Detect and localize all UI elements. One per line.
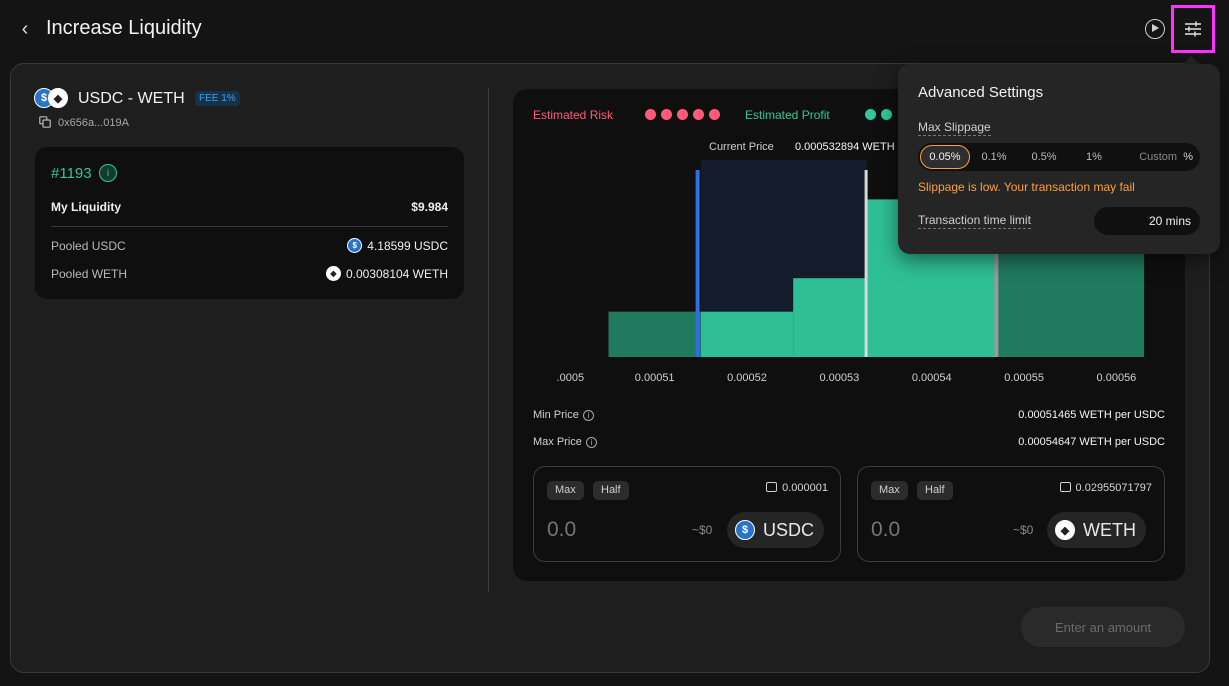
max-button[interactable]: Max bbox=[871, 481, 908, 500]
x-tick-label: .0005 bbox=[556, 372, 585, 384]
info-icon[interactable]: i bbox=[582, 409, 594, 421]
estimated-risk-label: Estimated Risk bbox=[533, 108, 614, 122]
x-tick-label: 0.00054 bbox=[911, 372, 952, 384]
x-tick-label: 0.00056 bbox=[1096, 372, 1137, 384]
current-price-value: 0.000532894 WETH bbox=[795, 141, 895, 153]
back-chevron-icon[interactable]: ‹ bbox=[14, 18, 36, 40]
wallet-icon bbox=[1059, 482, 1071, 492]
top-bar: ‹ Increase Liquidity bbox=[0, 0, 1229, 60]
weth-icon: ◆ bbox=[1055, 520, 1075, 540]
max-price-label: Max Price i bbox=[533, 436, 597, 448]
usdc-icon: $ bbox=[347, 238, 363, 253]
risk-dot bbox=[645, 109, 656, 120]
my-liquidity-label: My Liquidity bbox=[51, 200, 121, 214]
liquidity-bar bbox=[793, 278, 868, 357]
custom-placeholder: Custom bbox=[1139, 151, 1178, 163]
half-button[interactable]: Half bbox=[593, 481, 629, 500]
copy-icon[interactable] bbox=[39, 116, 51, 128]
weth-icon: ◆ bbox=[325, 266, 341, 281]
x-tick-label: 0.00051 bbox=[634, 372, 675, 384]
weth-token-button[interactable]: ◆ WETH bbox=[1047, 512, 1146, 548]
estimated-profit-label: Estimated Profit bbox=[745, 108, 830, 122]
max-button[interactable]: Max bbox=[547, 481, 584, 500]
slippage-selector: 0.05% 0.1% 0.5% 1% Custom % bbox=[918, 143, 1200, 171]
weth-amount-input[interactable] bbox=[871, 518, 1001, 542]
liquidity-bar bbox=[700, 311, 794, 357]
info-icon[interactable]: i bbox=[585, 436, 597, 448]
risk-dot bbox=[709, 109, 720, 120]
liquidity-bar bbox=[608, 311, 701, 357]
pooled-usdc-value: 4.18599 USDC bbox=[367, 238, 448, 253]
slippage-option[interactable]: 0.5% bbox=[1024, 145, 1064, 169]
token-symbol: WETH bbox=[1083, 519, 1136, 540]
usdc-input-box: Max Half 0.000001 ~$0 $ USDC bbox=[533, 466, 841, 562]
x-tick-label: 0.00055 bbox=[1004, 372, 1044, 384]
slippage-option[interactable]: 1% bbox=[1076, 145, 1112, 169]
max-price-text: Max Price bbox=[533, 436, 582, 448]
usdc-balance: 0.000001 bbox=[766, 482, 828, 494]
usd-estimate: ~$0 bbox=[1013, 523, 1034, 537]
pooled-weth-label: Pooled WETH bbox=[51, 267, 128, 281]
slippage-option[interactable]: 0.1% bbox=[974, 145, 1014, 169]
pooled-weth-row: ◆ 0.00308104 WETH bbox=[300, 266, 448, 281]
popover-caret bbox=[1183, 56, 1199, 64]
sliders-icon bbox=[1185, 21, 1201, 37]
pooled-weth-value: 0.00308104 WETH bbox=[345, 266, 448, 281]
percent-suffix: % bbox=[1183, 151, 1193, 163]
max-price-value: 0.00054647 WETH per USDC bbox=[1018, 436, 1165, 448]
position-id: #1193 bbox=[51, 165, 92, 182]
x-tick-label: 0.00053 bbox=[819, 372, 860, 384]
advanced-settings-title: Advanced Settings bbox=[918, 84, 1044, 101]
usdc-icon: $ bbox=[735, 520, 755, 540]
profit-dot bbox=[865, 109, 876, 120]
token-symbol: USDC bbox=[763, 519, 815, 540]
half-button[interactable]: Half bbox=[917, 481, 953, 500]
risk-dot bbox=[693, 109, 704, 120]
fee-badge: FEE 1% bbox=[195, 91, 240, 106]
pair-icons: $ ◆ bbox=[34, 88, 74, 108]
weth-input-box: Max Half 0.02955071797 ~$0 ◆ WETH bbox=[857, 466, 1165, 562]
info-icon[interactable]: i bbox=[99, 164, 117, 182]
min-price-label: Min Price i bbox=[533, 409, 594, 421]
settings-sliders-button[interactable] bbox=[1171, 5, 1215, 53]
balance-value: 0.000001 bbox=[782, 482, 828, 494]
slippage-option[interactable]: 0.05% bbox=[920, 145, 970, 169]
usd-estimate: ~$0 bbox=[692, 523, 713, 537]
usdc-amount-input[interactable] bbox=[547, 518, 677, 542]
wallet-icon bbox=[766, 482, 778, 492]
column-divider bbox=[488, 88, 489, 592]
weth-icon: ◆ bbox=[48, 88, 68, 108]
divider bbox=[51, 226, 448, 227]
usdc-token-button[interactable]: $ USDC bbox=[727, 512, 825, 548]
max-slippage-label: Max Slippage bbox=[918, 120, 991, 136]
my-liquidity-value: $9.984 bbox=[411, 200, 448, 214]
min-price-value: 0.00051465 WETH per USDC bbox=[1018, 409, 1165, 421]
risk-dot bbox=[661, 109, 672, 120]
page-title: Increase Liquidity bbox=[46, 17, 202, 39]
min-price-text: Min Price bbox=[533, 409, 579, 421]
x-tick-label: 0.00052 bbox=[727, 372, 767, 384]
pair-name: USDC - WETH bbox=[78, 90, 185, 107]
balance-value: 0.02955071797 bbox=[1075, 482, 1152, 494]
weth-balance: 0.02955071797 bbox=[1059, 482, 1152, 494]
pooled-usdc-label: Pooled USDC bbox=[51, 239, 126, 253]
profit-dot bbox=[881, 109, 892, 120]
risk-dot bbox=[677, 109, 688, 120]
time-limit-input[interactable]: 20 mins bbox=[1094, 207, 1200, 235]
custom-slippage-input[interactable]: Custom % bbox=[1123, 145, 1193, 169]
slippage-warning: Slippage is low. Your transaction may fa… bbox=[918, 180, 1135, 194]
submit-button[interactable]: Enter an amount bbox=[1021, 607, 1185, 647]
current-price-label: Current Price bbox=[709, 141, 774, 153]
pool-address[interactable]: 0x656a...019A bbox=[58, 117, 129, 129]
time-limit-label: Transaction time limit bbox=[918, 213, 1031, 229]
play-tutorial-icon[interactable] bbox=[1145, 19, 1165, 39]
pooled-usdc-row: $ 4.18599 USDC bbox=[300, 238, 448, 253]
